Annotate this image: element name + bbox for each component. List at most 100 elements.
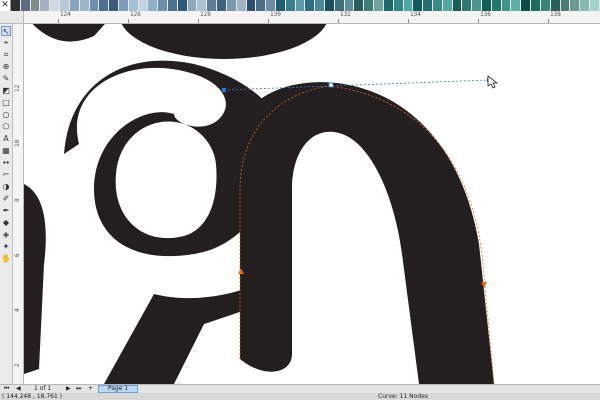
next-page-button[interactable]: ▶ [66, 385, 71, 393]
horizontal-ruler[interactable]: 124 126 128 130 132 134 136 138 [24, 11, 600, 24]
smart-drawing-icon[interactable]: ✦ [1, 242, 11, 252]
connector-tool-icon[interactable]: ⌐ [1, 170, 11, 180]
color-swatch[interactable] [462, 0, 473, 11]
color-swatch[interactable] [432, 0, 443, 11]
color-swatch[interactable] [413, 0, 424, 11]
color-swatch[interactable] [177, 0, 188, 11]
color-swatch[interactable] [40, 0, 51, 11]
color-swatch[interactable] [531, 0, 541, 11]
color-swatch[interactable] [11, 0, 21, 11]
color-swatch[interactable] [325, 0, 335, 11]
ellipse-tool-icon[interactable]: ○ [1, 110, 11, 120]
color-swatch[interactable] [491, 0, 502, 11]
last-page-button[interactable]: ⏭ [76, 385, 81, 393]
pan-tool-icon[interactable]: ✋ [1, 254, 11, 264]
color-swatch[interactable] [79, 0, 90, 11]
color-swatch[interactable] [403, 0, 414, 11]
color-swatch[interactable] [560, 0, 571, 11]
ruler-origin[interactable] [0, 11, 24, 24]
interactive-fill-icon[interactable]: ◈ [1, 230, 11, 240]
color-swatch[interactable] [60, 0, 70, 11]
outline-pen-icon[interactable]: ✒ [1, 206, 11, 216]
smart-fill-icon[interactable]: ◩ [1, 86, 11, 96]
color-swatch[interactable] [570, 0, 581, 11]
drawing-artwork[interactable] [24, 24, 600, 384]
color-swatch[interactable] [442, 0, 453, 11]
color-swatch[interactable] [589, 0, 600, 11]
pick-tool-icon[interactable]: ↖ [1, 26, 11, 36]
no-color-swatch[interactable]: ✕ [0, 0, 11, 11]
color-swatch[interactable] [187, 0, 198, 11]
color-swatch[interactable] [30, 0, 41, 11]
rectangle-tool-icon[interactable]: □ [1, 98, 11, 108]
handle-node-left[interactable] [222, 88, 226, 92]
color-swatch[interactable] [50, 0, 61, 11]
color-swatch[interactable] [266, 0, 276, 11]
polygon-tool-icon[interactable]: ⬠ [1, 122, 11, 132]
color-swatch[interactable] [295, 0, 306, 11]
color-swatch[interactable] [246, 0, 257, 11]
color-swatch[interactable] [354, 0, 365, 11]
color-swatch[interactable] [69, 0, 80, 11]
color-swatch[interactable] [148, 0, 159, 11]
text-tool-icon[interactable]: A [1, 134, 11, 144]
top-ellipse-shape[interactable] [119, 24, 329, 59]
color-swatch[interactable] [344, 0, 355, 11]
color-swatch[interactable] [217, 0, 227, 11]
selected-arch-curve[interactable] [240, 82, 494, 384]
drawing-canvas[interactable] [24, 24, 600, 384]
table-tool-icon[interactable]: ▦ [1, 146, 11, 156]
color-swatch[interactable] [99, 0, 110, 11]
color-swatch[interactable] [334, 0, 345, 11]
color-swatch[interactable] [226, 0, 237, 11]
color-swatch[interactable] [472, 0, 482, 11]
left-edge-shape[interactable] [24, 184, 46, 374]
color-swatch[interactable] [128, 0, 139, 11]
blend-tool-icon[interactable]: ◑ [1, 182, 11, 192]
color-swatch[interactable] [118, 0, 129, 11]
color-swatch[interactable] [315, 0, 325, 11]
color-swatch[interactable] [393, 0, 404, 11]
color-swatch[interactable] [275, 0, 286, 11]
color-swatch[interactable] [521, 0, 532, 11]
color-swatch[interactable] [256, 0, 267, 11]
color-swatch[interactable] [207, 0, 218, 11]
color-swatch[interactable] [364, 0, 375, 11]
color-swatch[interactable] [305, 0, 316, 11]
color-swatch[interactable] [383, 0, 394, 11]
prev-page-button[interactable]: ◀ [16, 385, 21, 393]
top-left-blob-shape[interactable] [24, 24, 114, 42]
add-page-button[interactable]: + [88, 385, 93, 393]
fill-tool-icon[interactable]: ◆ [1, 218, 11, 228]
color-palette[interactable]: ✕ [0, 0, 600, 11]
color-swatch[interactable] [236, 0, 247, 11]
color-swatch[interactable] [138, 0, 149, 11]
color-swatch[interactable] [158, 0, 168, 11]
color-swatch[interactable] [550, 0, 561, 11]
color-swatch[interactable] [168, 0, 178, 11]
freehand-tool-icon[interactable]: ✎ [1, 74, 11, 84]
mouse-cursor-icon [487, 75, 499, 89]
color-swatch[interactable] [285, 0, 296, 11]
first-page-button[interactable]: ⏮ [4, 385, 9, 393]
vertical-ruler[interactable]: 12 10 8 6 4 2 [13, 24, 24, 384]
zoom-tool-icon[interactable]: ⊕ [1, 62, 11, 72]
color-swatch[interactable] [452, 0, 463, 11]
page-tab[interactable]: Page 1 [98, 385, 138, 393]
color-swatch[interactable] [580, 0, 590, 11]
color-swatch[interactable] [89, 0, 100, 11]
color-swatch[interactable] [501, 0, 512, 11]
dimension-tool-icon[interactable]: ↔ [1, 158, 11, 168]
color-swatch[interactable] [423, 0, 433, 11]
color-swatch[interactable] [540, 0, 551, 11]
color-swatch[interactable] [20, 0, 31, 11]
color-swatch[interactable] [511, 0, 522, 11]
eyedropper-tool-icon[interactable]: ✐ [1, 194, 11, 204]
shape-tool-icon[interactable]: ⌖ [1, 38, 11, 48]
color-swatch[interactable] [109, 0, 119, 11]
color-swatch[interactable] [482, 0, 492, 11]
color-swatch[interactable] [197, 0, 208, 11]
color-swatch[interactable] [374, 0, 384, 11]
curve-node-top[interactable] [328, 82, 334, 88]
crop-tool-icon[interactable]: ⌗ [1, 50, 11, 60]
